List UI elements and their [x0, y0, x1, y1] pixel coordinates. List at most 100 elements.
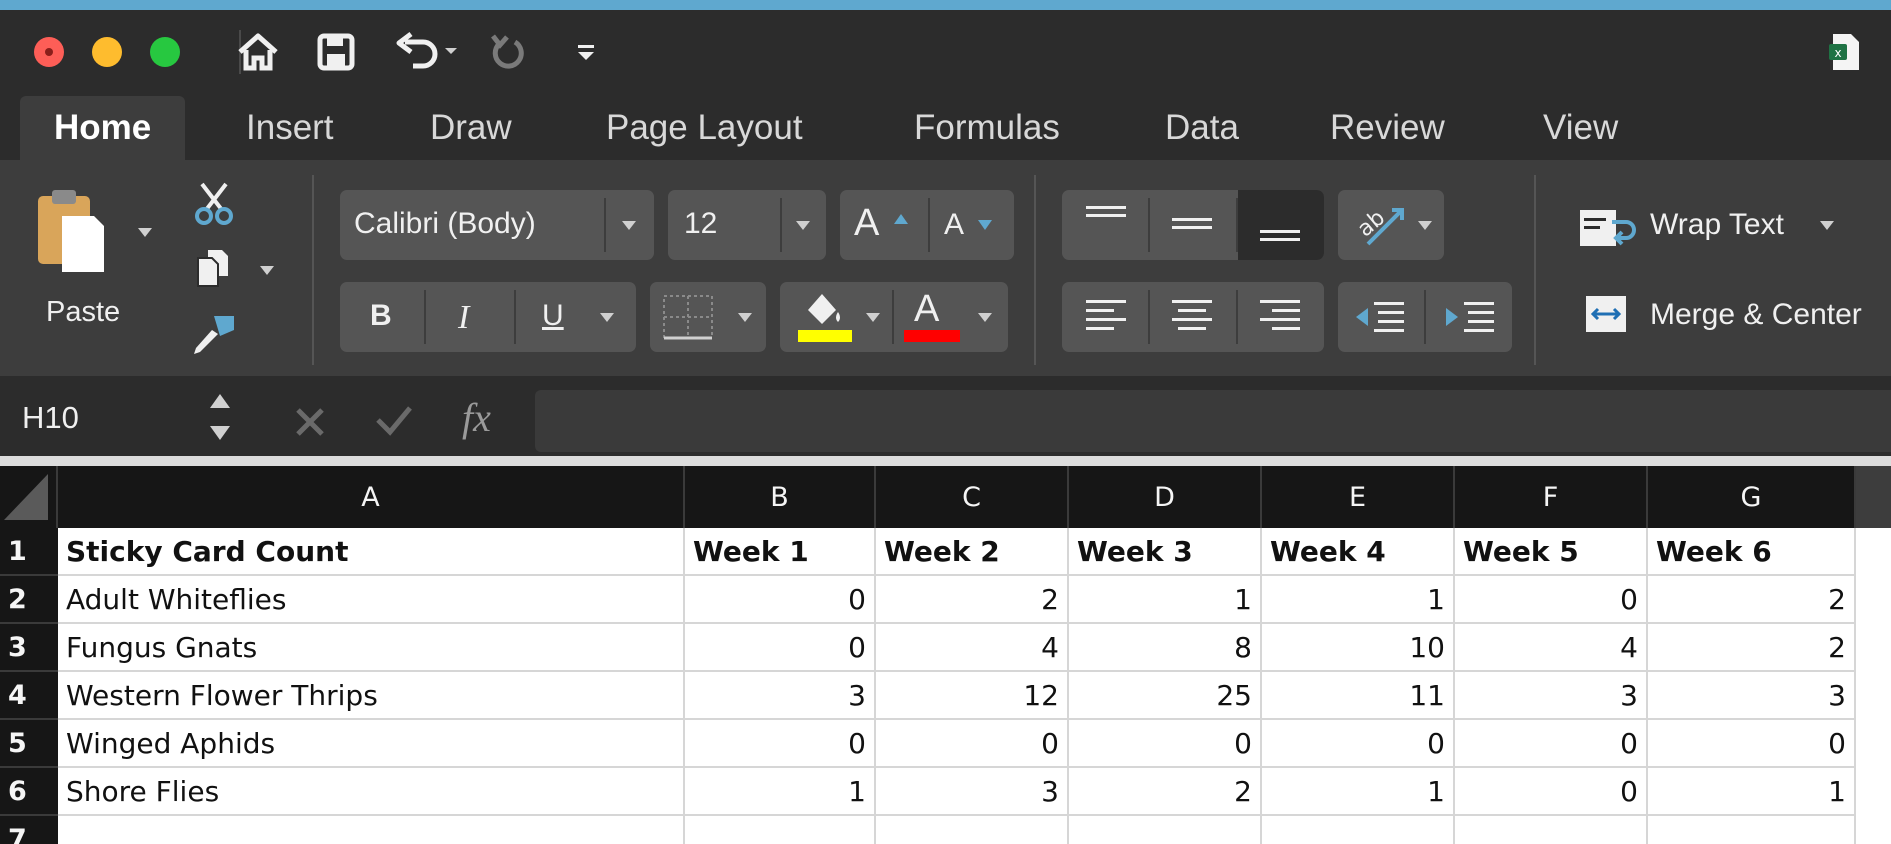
- row-header-2[interactable]: 2: [0, 576, 58, 624]
- column-header-e[interactable]: E: [1262, 466, 1455, 528]
- cell-f1[interactable]: Week 5: [1455, 528, 1648, 576]
- cut-button[interactable]: [190, 180, 238, 233]
- tab-page-layout[interactable]: Page Layout: [606, 96, 803, 160]
- align-top-icon[interactable]: [1084, 202, 1128, 242]
- customize-toolbar-button[interactable]: [566, 26, 606, 78]
- column-header-d[interactable]: D: [1069, 466, 1262, 528]
- increase-indent-icon[interactable]: [1442, 296, 1498, 338]
- wrap-text-dropdown[interactable]: [1820, 221, 1834, 230]
- row-header-4[interactable]: 4: [0, 672, 58, 720]
- cell-b3[interactable]: 0: [685, 624, 876, 672]
- cell-a7[interactable]: [58, 816, 685, 844]
- cell-e1[interactable]: Week 4: [1262, 528, 1455, 576]
- redo-button[interactable]: [482, 26, 532, 78]
- copy-button[interactable]: [194, 246, 236, 293]
- cell-f7[interactable]: [1455, 816, 1648, 844]
- font-size-select[interactable]: 12: [668, 190, 826, 260]
- bold-button[interactable]: B: [370, 299, 392, 333]
- insert-function-button[interactable]: fx: [462, 394, 491, 441]
- home-button[interactable]: [228, 26, 288, 78]
- underline-button[interactable]: U: [542, 299, 564, 333]
- cell-c5[interactable]: 0: [876, 720, 1069, 768]
- row-header-6[interactable]: 6: [0, 768, 58, 816]
- name-box[interactable]: H10: [22, 400, 79, 436]
- cancel-entry-icon[interactable]: [292, 404, 328, 440]
- tab-formulas[interactable]: Formulas: [914, 96, 1060, 160]
- merge-center-button[interactable]: Merge & Center: [1650, 298, 1862, 332]
- cell-b1[interactable]: Week 1: [685, 528, 876, 576]
- cell-a3[interactable]: Fungus Gnats: [58, 624, 685, 672]
- cell-a1[interactable]: Sticky Card Count: [58, 528, 685, 576]
- undo-button[interactable]: [386, 26, 466, 78]
- select-all-corner[interactable]: [0, 466, 58, 528]
- cell-d1[interactable]: Week 3: [1069, 528, 1262, 576]
- wrap-text-icon[interactable]: [1578, 206, 1638, 252]
- row-header-1[interactable]: 1: [0, 528, 58, 576]
- tab-data[interactable]: Data: [1165, 96, 1239, 160]
- cell-b5[interactable]: 0: [685, 720, 876, 768]
- column-header-g[interactable]: G: [1648, 466, 1856, 528]
- cell-b7[interactable]: [685, 816, 876, 844]
- font-name-select[interactable]: Calibri (Body): [340, 190, 654, 260]
- cell-a2[interactable]: Adult Whiteflies: [58, 576, 685, 624]
- cell-f6[interactable]: 0: [1455, 768, 1648, 816]
- cell-d3[interactable]: 8: [1069, 624, 1262, 672]
- cell-d7[interactable]: [1069, 816, 1262, 844]
- decrease-indent-icon[interactable]: [1352, 296, 1408, 338]
- cell-a4[interactable]: Western Flower Thrips: [58, 672, 685, 720]
- cell-e2[interactable]: 1: [1262, 576, 1455, 624]
- cell-d2[interactable]: 1: [1069, 576, 1262, 624]
- cell-a5[interactable]: Winged Aphids: [58, 720, 685, 768]
- cell-g6[interactable]: 1: [1648, 768, 1856, 816]
- excel-document-button[interactable]: x: [1820, 26, 1870, 78]
- cell-c4[interactable]: 12: [876, 672, 1069, 720]
- cell-c1[interactable]: Week 2: [876, 528, 1069, 576]
- wrap-text-button[interactable]: Wrap Text: [1650, 208, 1784, 242]
- align-left-icon[interactable]: [1084, 296, 1128, 338]
- cell-f2[interactable]: 0: [1455, 576, 1648, 624]
- italic-button[interactable]: I: [458, 299, 469, 337]
- tab-draw[interactable]: Draw: [430, 96, 512, 160]
- cell-e3[interactable]: 10: [1262, 624, 1455, 672]
- cell-e6[interactable]: 1: [1262, 768, 1455, 816]
- cell-d6[interactable]: 2: [1069, 768, 1262, 816]
- font-color-dropdown[interactable]: [978, 313, 992, 322]
- cell-e5[interactable]: 0: [1262, 720, 1455, 768]
- cell-g5[interactable]: 0: [1648, 720, 1856, 768]
- cell-c6[interactable]: 3: [876, 768, 1069, 816]
- column-header-f[interactable]: F: [1455, 466, 1648, 528]
- row-header-3[interactable]: 3: [0, 624, 58, 672]
- cell-g2[interactable]: 2: [1648, 576, 1856, 624]
- cell-f4[interactable]: 3: [1455, 672, 1648, 720]
- row-header-7[interactable]: 7: [0, 816, 58, 844]
- cell-g7[interactable]: [1648, 816, 1856, 844]
- fill-color-icon[interactable]: [794, 288, 856, 344]
- row-header-5[interactable]: 5: [0, 720, 58, 768]
- column-header-a[interactable]: A: [58, 466, 685, 528]
- minimize-window-button[interactable]: [92, 37, 122, 67]
- cell-c2[interactable]: 2: [876, 576, 1069, 624]
- paste-dropdown[interactable]: [138, 228, 152, 237]
- font-color-button[interactable]: A: [914, 288, 939, 331]
- cell-g1[interactable]: Week 6: [1648, 528, 1856, 576]
- underline-dropdown[interactable]: [600, 313, 614, 322]
- cell-b4[interactable]: 3: [685, 672, 876, 720]
- cell-g3[interactable]: 2: [1648, 624, 1856, 672]
- align-center-icon[interactable]: [1170, 296, 1214, 338]
- close-window-button[interactable]: [34, 37, 64, 67]
- cell-f5[interactable]: 0: [1455, 720, 1648, 768]
- tab-home[interactable]: Home: [20, 96, 186, 160]
- tab-insert[interactable]: Insert: [246, 96, 334, 160]
- format-painter-button[interactable]: [190, 312, 240, 363]
- name-box-stepper-icon[interactable]: [208, 390, 232, 446]
- confirm-entry-icon[interactable]: [374, 402, 414, 438]
- cell-d5[interactable]: 0: [1069, 720, 1262, 768]
- cell-d4[interactable]: 25: [1069, 672, 1262, 720]
- cell-a6[interactable]: Shore Flies: [58, 768, 685, 816]
- cell-e7[interactable]: [1262, 816, 1455, 844]
- borders-button[interactable]: [650, 282, 766, 352]
- cell-e4[interactable]: 11: [1262, 672, 1455, 720]
- save-button[interactable]: [306, 26, 366, 78]
- copy-dropdown[interactable]: [260, 266, 274, 275]
- tab-view[interactable]: View: [1543, 96, 1618, 160]
